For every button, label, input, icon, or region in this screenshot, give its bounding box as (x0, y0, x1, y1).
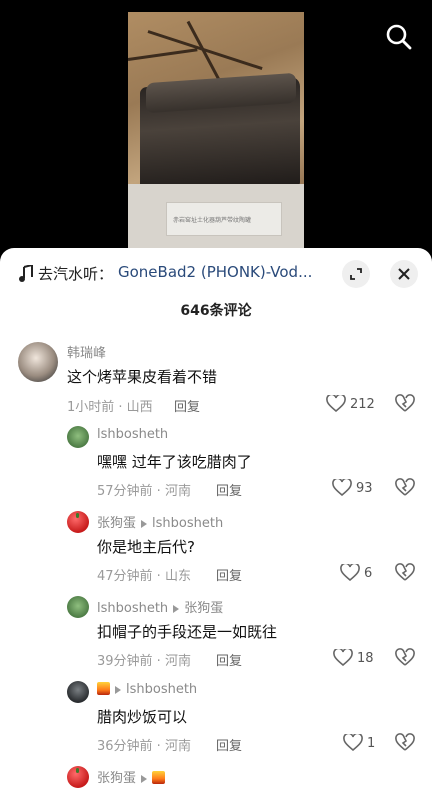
avatar[interactable] (67, 681, 89, 703)
reply-button[interactable]: 回复 (216, 650, 242, 669)
like-button[interactable]: 1 (343, 733, 375, 753)
comment-count: 646条评论 (180, 303, 252, 319)
reply-button[interactable]: 回复 (174, 396, 200, 415)
reply-item: lshbosheth 嘿嘿 过年了该吃腊肉了 57分钟前 · 河南 回复 93 (0, 424, 432, 504)
comment-text: 你是地主后代? (97, 538, 195, 556)
reply-arrow-icon (141, 774, 148, 783)
like-button[interactable]: 18 (333, 648, 374, 668)
reply-button[interactable]: 回复 (216, 565, 242, 584)
reply-button[interactable]: 回复 (216, 735, 242, 754)
music-title-link[interactable]: GoneBad2 (PHONK)-Vod... (118, 263, 312, 281)
reply-arrow-icon (115, 685, 121, 694)
close-icon (398, 268, 410, 280)
avatar[interactable] (67, 766, 89, 788)
comment-username[interactable]: lshbosheth (97, 427, 168, 442)
like-count: 212 (350, 396, 375, 412)
music-note-icon (19, 265, 33, 282)
like-count: 6 (364, 565, 373, 581)
heart-icon (333, 649, 353, 667)
comment-meta: 36分钟前 · 河南 (97, 739, 191, 754)
expand-icon (350, 268, 362, 280)
comment-text: 扣帽子的手段还是一如既往 (97, 623, 278, 641)
reply-arrow-icon (173, 604, 180, 613)
fire-emoji-icon (152, 771, 166, 784)
broken-heart-icon[interactable] (395, 733, 415, 753)
avatar[interactable] (67, 426, 89, 448)
comment-username-line: lshbosheth (97, 682, 197, 697)
heart-icon (343, 734, 363, 752)
heart-icon (340, 564, 360, 582)
reply-item: 张狗蛋 (0, 764, 432, 800)
close-button[interactable] (390, 260, 418, 288)
comment-username-line: 张狗蛋 (97, 767, 166, 786)
comment-meta: 47分钟前 · 山东 (97, 569, 191, 584)
music-link-bar[interactable]: 去汽水听： GoneBad2 (PHONK)-Vod... (0, 248, 432, 300)
avatar[interactable] (67, 596, 89, 618)
avatar[interactable] (18, 342, 58, 382)
like-count: 18 (357, 650, 374, 666)
heart-icon (326, 395, 346, 413)
reply-to-username[interactable]: lshbosheth (126, 682, 197, 697)
reply-to-username[interactable]: lshbosheth (152, 516, 223, 531)
comment-meta: 39分钟前 · 河南 (97, 654, 191, 669)
comment-text: 嘿嘿 过年了该吃腊肉了 (97, 453, 252, 471)
like-count: 1 (367, 735, 376, 751)
avatar[interactable] (67, 511, 89, 533)
video-frame: 赤岩窑址土化器葫芦带纹陶罐 (128, 12, 304, 262)
reply-item: lshbosheth 张狗蛋 扣帽子的手段还是一如既往 39分钟前 · 河南 回复… (0, 594, 432, 674)
comment-text: 这个烤苹果皮看着不错 (67, 368, 218, 386)
comment-username[interactable]: 张狗蛋 (97, 516, 136, 531)
comment-meta: 1小时前 · 山西 (67, 400, 153, 415)
comment-text: 腊肉炒饭可以 (97, 708, 188, 726)
music-prefix: 去汽水听： (38, 265, 114, 283)
comment-username-line: lshbosheth 张狗蛋 (97, 597, 223, 616)
broken-heart-icon[interactable] (395, 563, 415, 583)
exhibit-placard: 赤岩窑址土化器葫芦带纹陶罐 (166, 202, 282, 236)
comment-meta: 57分钟前 · 河南 (97, 484, 191, 499)
fire-emoji-icon (97, 682, 110, 695)
reply-item: 张狗蛋 lshbosheth 你是地主后代? 47分钟前 · 山东 回复 6 (0, 509, 432, 589)
like-button[interactable]: 93 (332, 478, 373, 498)
heart-icon (332, 479, 352, 497)
reply-arrow-icon (141, 519, 148, 528)
rock-crack (128, 48, 198, 61)
like-button[interactable]: 6 (340, 563, 372, 583)
broken-heart-icon[interactable] (395, 648, 415, 668)
search-icon (386, 24, 412, 50)
reply-to-username[interactable]: 张狗蛋 (184, 601, 223, 616)
reply-item: lshbosheth 腊肉炒饭可以 36分钟前 · 河南 回复 1 (0, 679, 432, 759)
video-player[interactable]: 赤岩窑址土化器葫芦带纹陶罐 (0, 0, 432, 262)
like-button[interactable]: 212 (326, 394, 375, 414)
comment-username[interactable]: 张狗蛋 (97, 771, 136, 786)
reply-button[interactable]: 回复 (216, 480, 242, 499)
comment-username-line: 张狗蛋 lshbosheth (97, 512, 223, 531)
expand-button[interactable] (342, 260, 370, 288)
comment-username[interactable]: 韩瑞峰 (67, 342, 106, 361)
like-count: 93 (356, 480, 373, 496)
search-button[interactable] (384, 22, 414, 52)
comment-username[interactable]: lshbosheth (97, 601, 168, 616)
comment-sheet: 去汽水听： GoneBad2 (PHONK)-Vod... 646条评论 韩瑞峰… (0, 248, 432, 800)
broken-heart-icon[interactable] (395, 394, 415, 414)
comment-item: 韩瑞峰 这个烤苹果皮看着不错 1小时前 · 山西 回复 212 (0, 338, 432, 418)
broken-heart-icon[interactable] (395, 478, 415, 498)
